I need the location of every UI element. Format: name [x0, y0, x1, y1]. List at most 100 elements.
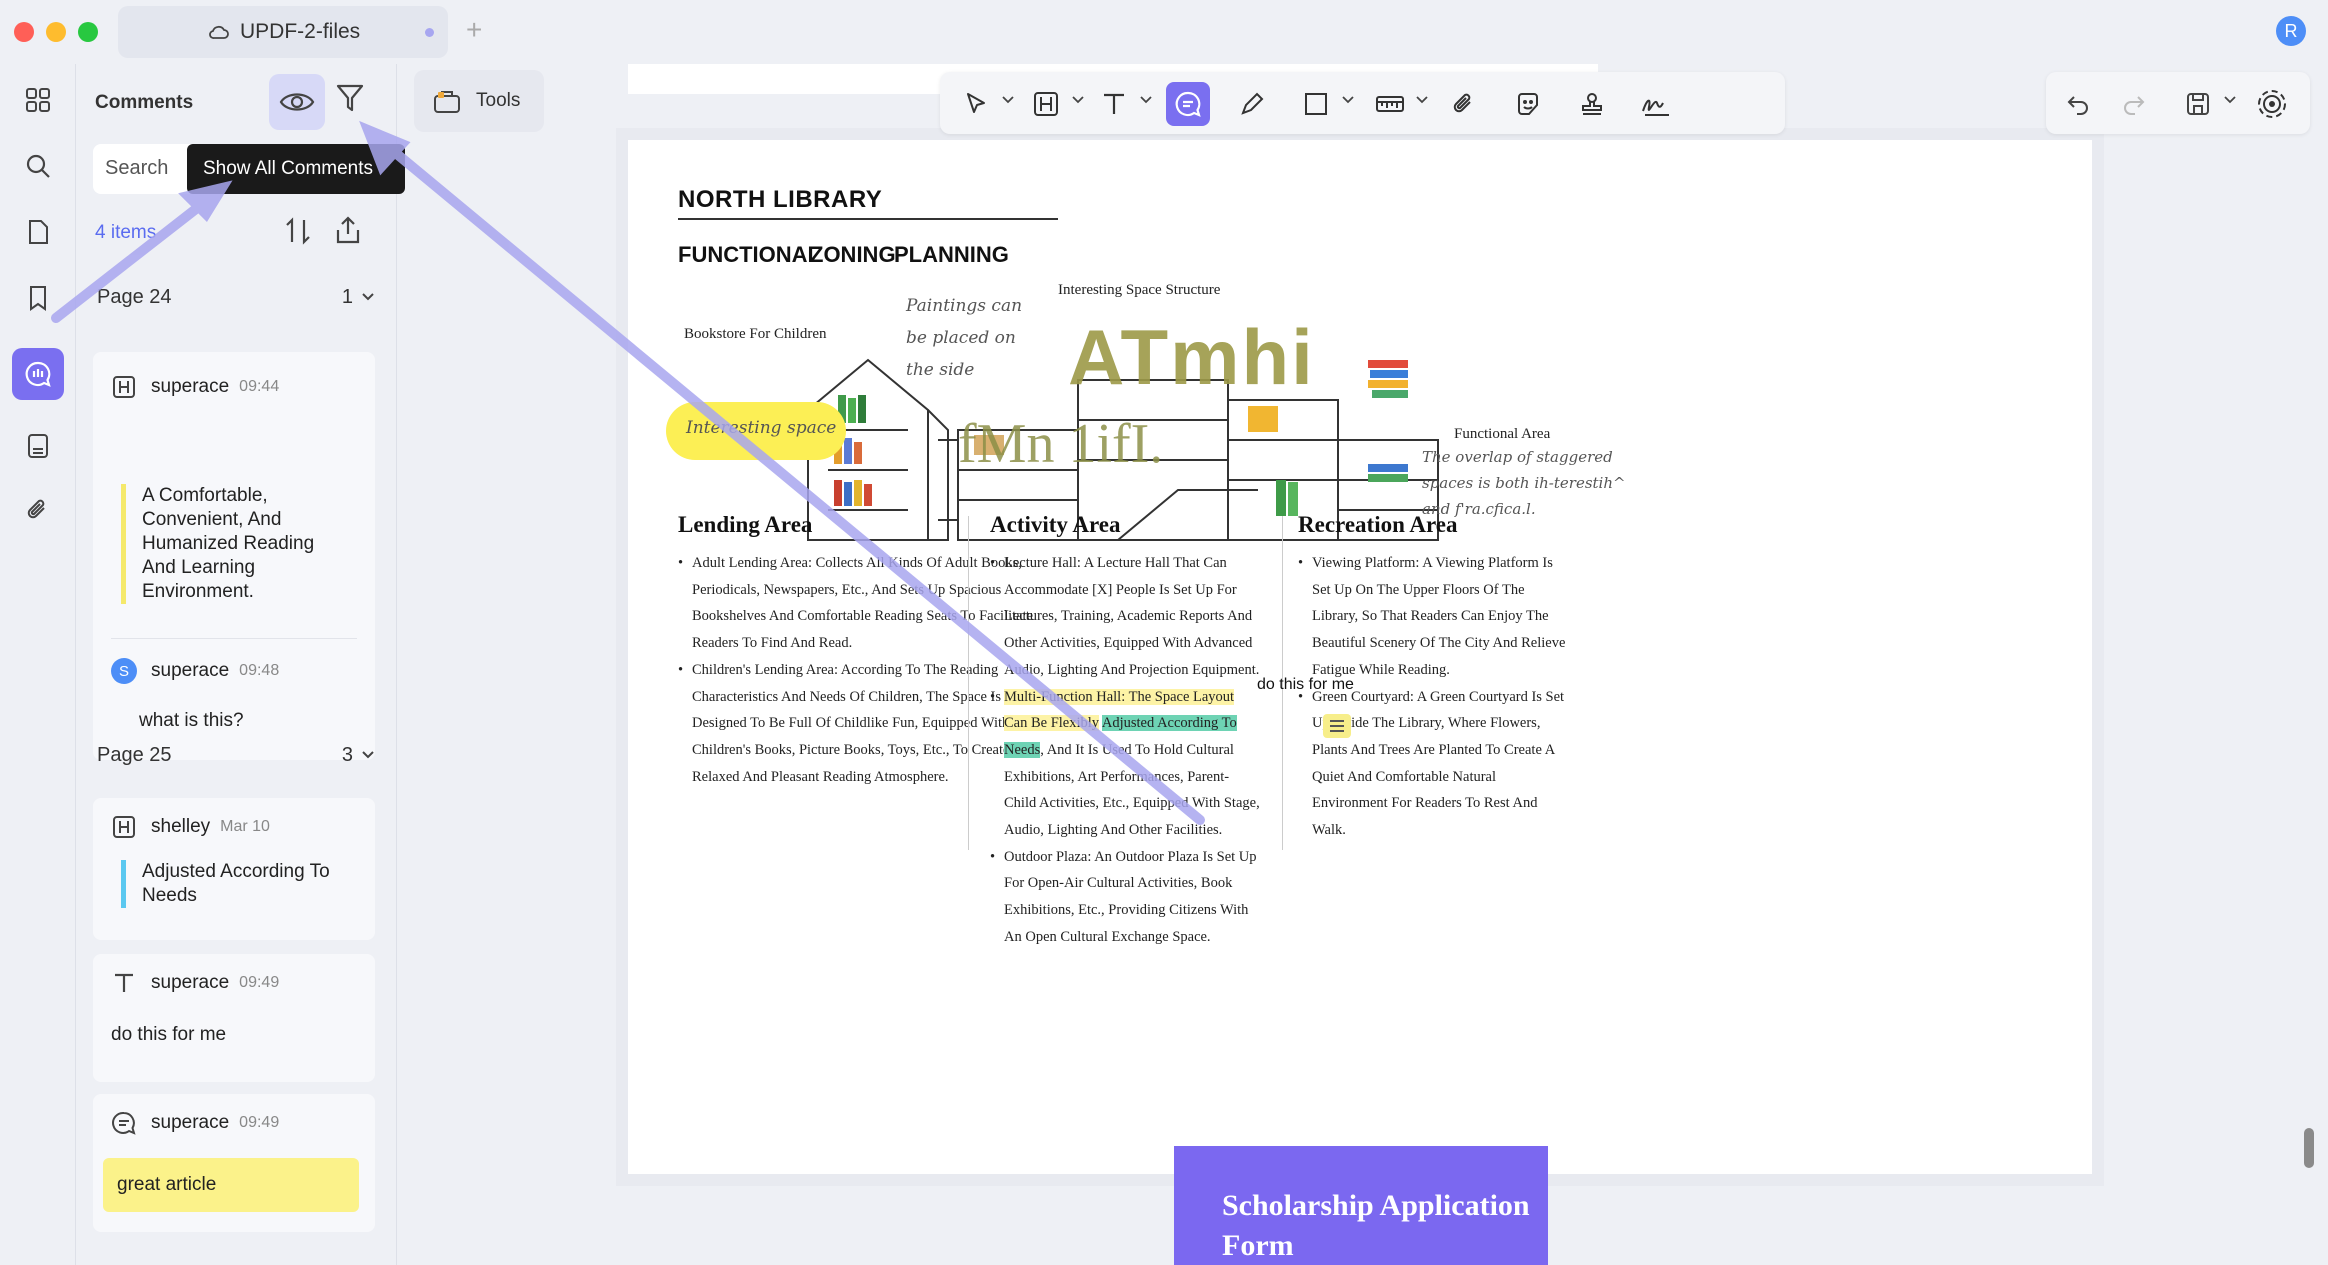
column-title: Lending Area [678, 512, 813, 537]
comment-quote: A Comfortable, Convenient, And Humanized… [121, 484, 351, 604]
note-box: great article [103, 1158, 359, 1212]
chevron-down-icon[interactable] [1416, 96, 1428, 104]
show-all-comments-button[interactable] [269, 74, 325, 130]
comment-header: superace 09:49 [111, 970, 279, 996]
list-item: Lecture Hall: A Lecture Hall That Can Ac… [990, 550, 1260, 684]
overlap-note: The overlap of staggered spaces is both … [1422, 448, 1626, 518]
measure-icon[interactable] [1368, 82, 1412, 126]
user-avatar[interactable]: R [2276, 16, 2306, 46]
list-item: Multi-Function Hall: The Space Layout Ca… [990, 684, 1260, 844]
chevron-down-icon[interactable] [1002, 96, 1014, 104]
undo-icon[interactable] [2056, 82, 2100, 126]
minimize-window-button[interactable] [46, 22, 66, 42]
doc-subtitle: ZONING [810, 242, 896, 267]
chevron-down-icon[interactable] [1072, 96, 1084, 104]
title-rule [678, 218, 1058, 220]
items-count: 4 items [95, 222, 157, 243]
comment-card[interactable]: superace 09:49 great article [93, 1094, 375, 1232]
comment-header: shelley Mar 10 [111, 814, 270, 840]
comments-panel: Comments Search Show All Comments 4 item… [77, 64, 405, 1265]
sticker-icon[interactable] [1506, 82, 1550, 126]
stamp-text[interactable]: ATmhi [1068, 312, 1315, 403]
stamp-icon[interactable] [1570, 82, 1614, 126]
attachment-icon[interactable] [12, 484, 64, 536]
tools-button[interactable]: Tools [414, 70, 544, 132]
divider [111, 638, 357, 639]
title-bar: UPDF-2-files + R [0, 0, 2328, 64]
comment-icon [111, 1110, 137, 1136]
activity-area-text: Lecture Hall: A Lecture Hall That Can Ac… [990, 550, 1260, 951]
reply-author: superace [151, 660, 230, 681]
redo-icon[interactable] [2112, 82, 2156, 126]
document-viewer[interactable]: NORTH LIBRARY FUNCTIONAL ZONING PLANNING [398, 64, 2328, 1265]
free-text-annotation[interactable]: do this for me [1257, 676, 1354, 694]
doc-subtitle: PLANNING [894, 242, 1009, 267]
page-group-header[interactable]: Page 25 3 [97, 744, 375, 767]
tools-label: Tools [476, 90, 521, 111]
comment-card[interactable]: superace 09:44 A Comfortable, Convenient… [93, 352, 375, 760]
chevron-down-icon[interactable] [1342, 96, 1354, 104]
column-divider [968, 516, 969, 850]
export-icon[interactable] [333, 214, 363, 251]
comment-card[interactable]: shelley Mar 10 Adjusted According To Nee… [93, 798, 375, 940]
highlight-icon[interactable] [1024, 82, 1068, 126]
comment-author: superace [151, 1112, 230, 1133]
comment-author: shelley [151, 816, 211, 837]
shape-icon[interactable] [1294, 82, 1338, 126]
unsaved-dot [425, 28, 434, 37]
page-label: Page 25 [97, 744, 172, 766]
panel-title: Comments [95, 92, 194, 113]
maximize-window-button[interactable] [78, 22, 98, 42]
comment-card[interactable]: superace 09:49 do this for me [93, 954, 375, 1082]
tooltip: Show All Comments [187, 144, 405, 194]
ai-icon[interactable] [2250, 82, 2294, 126]
comment-header: superace 09:44 [111, 374, 279, 400]
save-icon[interactable] [2176, 82, 2220, 126]
signature-icon[interactable] [1634, 82, 1678, 126]
functional-area-label: Functional Area [1454, 426, 1551, 442]
new-tab-button[interactable]: + [466, 14, 482, 46]
organize-icon[interactable] [12, 420, 64, 472]
pages-icon[interactable] [12, 206, 64, 258]
search-icon[interactable] [12, 140, 64, 192]
comment-text: do this for me [111, 1024, 227, 1045]
chevron-down-icon[interactable] [1140, 96, 1152, 104]
scrollbar-thumb[interactable] [2304, 1128, 2314, 1168]
thumbnails-icon[interactable] [12, 74, 64, 126]
sticky-note-icon[interactable] [1323, 714, 1351, 738]
highlight-icon [111, 814, 137, 840]
list-item: Outdoor Plaza: An Outdoor Plaza Is Set U… [990, 844, 1260, 951]
reply-avatar: S [111, 658, 137, 684]
list-item-rest: , And It Is Used To Hold Cultural Exhibi… [1004, 741, 1260, 839]
page-label: Page 24 [97, 286, 172, 308]
column-title: Activity Area [990, 512, 1121, 537]
filter-button[interactable] [335, 82, 365, 119]
highlight-icon [111, 374, 137, 400]
chevron-down-icon [362, 751, 374, 759]
bookmark-icon[interactable] [12, 272, 64, 324]
chevron-down-icon[interactable] [2224, 96, 2236, 104]
tab-title: UPDF-2-files [240, 20, 361, 43]
sort-icon[interactable] [283, 216, 313, 251]
pen-icon[interactable] [1230, 82, 1274, 126]
filter-icon [336, 84, 364, 112]
select-icon[interactable] [954, 82, 998, 126]
reply-time: 09:48 [239, 662, 280, 679]
document-tab[interactable]: UPDF-2-files [118, 6, 448, 58]
interesting-space-sticker[interactable]: Interesting space [666, 402, 846, 460]
history-toolbar [2046, 72, 2310, 134]
cloud-icon [209, 25, 229, 39]
comments-icon[interactable] [12, 348, 64, 400]
reply-text: what is this? [139, 710, 244, 731]
text-icon[interactable] [1092, 82, 1136, 126]
attach-icon[interactable] [1442, 82, 1486, 126]
pdf-page[interactable]: NORTH LIBRARY FUNCTIONAL ZONING PLANNING [616, 128, 2104, 1186]
comment-icon[interactable] [1166, 82, 1210, 126]
list-item: Viewing Platform: A Viewing Platform Is … [1298, 550, 1568, 684]
page-group-header[interactable]: Page 24 1 [97, 286, 375, 309]
stamp-text[interactable]: fMn 1ifI. [958, 412, 1163, 476]
reply-header: S superace 09:48 [111, 658, 279, 684]
chevron-down-icon [362, 293, 374, 301]
close-window-button[interactable] [14, 22, 34, 42]
left-rail [0, 64, 76, 1265]
